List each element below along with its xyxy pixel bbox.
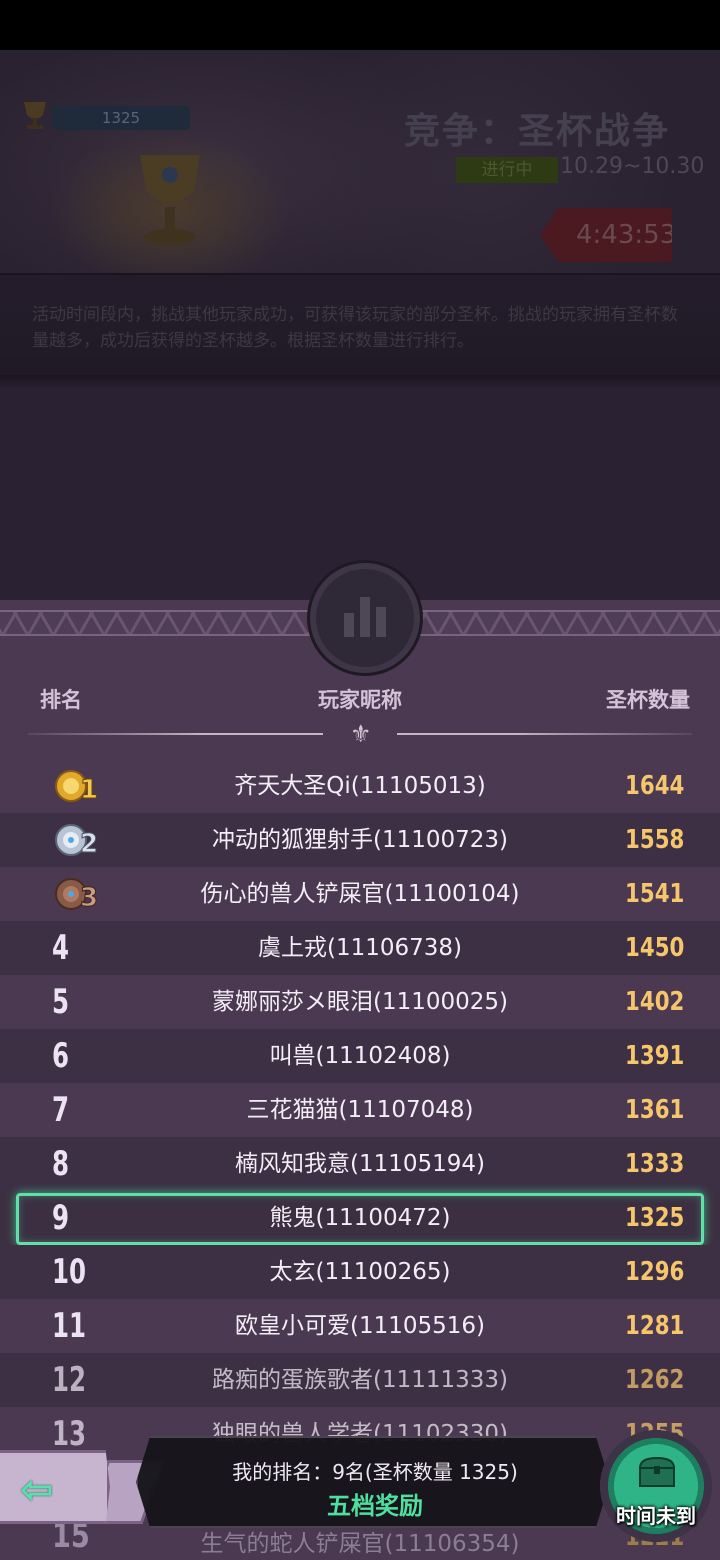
- grail-count: 1333: [624, 1149, 684, 1179]
- trophy-icon: [24, 102, 46, 129]
- event-description: 活动时间段内，挑战其他玩家成功，可获得该玩家的部分圣杯。挑战的玩家拥有圣杯数量越…: [32, 305, 678, 351]
- event-status-badge: 进行中: [456, 157, 558, 183]
- player-trophy-count: 1325: [52, 106, 190, 130]
- grail-count: 1541: [624, 879, 684, 909]
- leaderboard-row[interactable]: 3 伤心的兽人铲屎官(11100104) 1541: [0, 867, 720, 921]
- player-name: 冲动的狐狸射手(11100723): [211, 827, 508, 853]
- my-rank-text: 我的排名：9名(圣杯数量 1325): [232, 1460, 518, 1484]
- leaderboard-row[interactable]: 10 太玄(11100265) 1296: [0, 1245, 720, 1299]
- bottom-bar: 15 生气的蛇人铲屎官(11106354) 1221 ⇦ 我的排名：9名(圣杯数…: [0, 1428, 720, 1560]
- leaderboard-row[interactable]: 8 楠风知我意(11105194) 1333: [0, 1137, 720, 1191]
- my-reward-tier: 五档奖励: [327, 1492, 423, 1520]
- header-grail-count: 圣杯数量: [606, 688, 690, 712]
- status-bar: [0, 0, 720, 50]
- chart-bar: [344, 613, 354, 637]
- leaderboard-row[interactable]: 7 三花猫猫(11107048) 1361: [0, 1083, 720, 1137]
- leaderboard-row[interactable]: 1 齐天大圣Qi(11105013) 1644: [0, 759, 720, 813]
- my-rank-panel: 我的排名：9名(圣杯数量 1325) 五档奖励: [136, 1436, 610, 1528]
- leaderboard-panel: 排名 玩家昵称 圣杯数量 ⚜ 1 齐天大圣Qi(11105013) 1644 2…: [0, 563, 720, 1560]
- grail-count: 1325: [624, 1203, 684, 1233]
- leaderboard-list: 1 齐天大圣Qi(11105013) 1644 2 冲动的狐狸射手(111007…: [0, 759, 720, 1461]
- leaderboard-row[interactable]: 12 路痴的蛋族歌者(11111333) 1262: [0, 1353, 720, 1407]
- header-divider: ⚜: [28, 720, 692, 748]
- player-name: 虞上戎(11106738): [257, 935, 462, 961]
- player-name: 太玄(11100265): [269, 1259, 451, 1285]
- player-name: 欧皇小可爱(11105516): [234, 1313, 485, 1339]
- back-button[interactable]: ⇦: [0, 1450, 110, 1524]
- player-name: 楠风知我意(11105194): [234, 1151, 485, 1177]
- my-leaderboard-row[interactable]: 9 熊鬼(11100472) 1325: [0, 1191, 720, 1245]
- divider-line: [397, 733, 692, 735]
- chart-bar: [360, 597, 370, 637]
- grail-count: 1558: [624, 825, 684, 855]
- lattice-trim-right: [410, 610, 720, 636]
- leaderboard-row[interactable]: 6 叫兽(11102408) 1391: [0, 1029, 720, 1083]
- grail-trophy-icon: [140, 155, 200, 245]
- reward-button-label: 时间未到: [616, 1504, 696, 1528]
- grail-count: 1644: [624, 771, 684, 801]
- back-arrow-icon: ⇦: [20, 1467, 54, 1513]
- bar-chart-icon[interactable]: [310, 563, 420, 673]
- event-date-range: 10.29~10.30: [560, 154, 705, 179]
- player-name: 齐天大圣Qi(11105013): [234, 773, 486, 799]
- divider-line: [28, 733, 323, 735]
- leaderboard-row[interactable]: 5 蒙娜丽莎メ眼泪(11100025) 1402: [0, 975, 720, 1029]
- player-name: 熊鬼(11100472): [269, 1205, 451, 1231]
- player-name: 路痴的蛋族歌者(11111333): [211, 1367, 508, 1393]
- player-name: 蒙娜丽莎メ眼泪(11100025): [211, 989, 508, 1015]
- lattice-trim-left: [0, 610, 310, 636]
- grail-count: 1281: [624, 1311, 684, 1341]
- player-trophy-counter: 1325: [18, 102, 190, 132]
- event-banner-art: 1325 竞争：圣杯战争 进行中 10.29~10.30 4:43:53: [0, 50, 720, 275]
- player-name: 叫兽(11102408): [269, 1043, 451, 1069]
- grail-count: 1262: [624, 1365, 684, 1395]
- leaderboard-header: 排名 玩家昵称 圣杯数量: [0, 684, 720, 718]
- grail-count: 1391: [624, 1041, 684, 1071]
- fleur-de-lis-icon: ⚜: [350, 720, 372, 748]
- leaderboard-row[interactable]: 11 欧皇小可爱(11105516) 1281: [0, 1299, 720, 1353]
- event-title: 竞争：圣杯战争: [403, 111, 670, 152]
- grail-count: 1296: [624, 1257, 684, 1287]
- claim-reward-button[interactable]: 时间未到: [598, 1428, 714, 1544]
- leaderboard-row[interactable]: 4 虞上戎(11106738) 1450: [0, 921, 720, 975]
- grail-count: 1450: [624, 933, 684, 963]
- player-name: 伤心的兽人铲屎官(11100104): [200, 881, 520, 907]
- treasure-chest-icon: [638, 1456, 676, 1487]
- grail-count: 1361: [624, 1095, 684, 1125]
- leaderboard-row[interactable]: 2 冲动的狐狸射手(11100723) 1558: [0, 813, 720, 867]
- player-name: 三花猫猫(11107048): [246, 1097, 474, 1123]
- grail-count: 1402: [624, 987, 684, 1017]
- chart-bar: [376, 607, 386, 637]
- event-banner: 1325 竞争：圣杯战争 进行中 10.29~10.30 4:43:53 活动时…: [0, 50, 720, 395]
- event-countdown: 4:43:53: [540, 208, 672, 262]
